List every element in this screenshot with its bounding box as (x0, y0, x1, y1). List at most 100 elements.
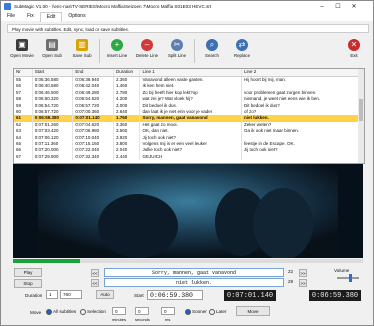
table-row[interactable]: 55 0:06:36.580 0:06:38.940 2.360 Vanavond al… (14, 76, 364, 84)
grid-body: 55 0:06:36.580 0:06:38.940 2.360 Vanavond al… (14, 76, 364, 161)
volume-thumb[interactable] (349, 274, 352, 282)
plus-icon: + (111, 39, 123, 51)
table-cell: 0:07:32.340 (72, 153, 115, 161)
subtitle-grid[interactable]: Nr Start End Duration Line 1 Line 2 55 0:06:36… (13, 68, 365, 164)
title-bar: SubMagic V1.00 - \\eric-nas\TV-SERIES\Mo… (1, 1, 373, 12)
maximize-button[interactable]: ☐ (330, 1, 346, 12)
toolbar-label: Save Sub (72, 53, 92, 58)
delete-line-button[interactable]: – Delete Line (132, 36, 162, 66)
table-cell: Hij hoort bij mij, man. (241, 76, 364, 84)
move-all-radio[interactable]: All subtitles (46, 309, 76, 315)
subtitle-line1-edit[interactable]: Sorry, mannen, gaat vanavond (104, 268, 284, 277)
toolbar-separator (99, 39, 100, 63)
video-progress[interactable] (13, 259, 363, 263)
progress-fill (13, 259, 80, 263)
table-cell (241, 153, 364, 161)
sooner-radio[interactable]: Sooner (185, 309, 207, 315)
start-time-field[interactable]: 0:06:59.380 (147, 290, 203, 300)
table-cell: 0:06:36.580 (32, 76, 74, 84)
duration-label: Duration (25, 293, 43, 298)
folder-icon: ▤ (46, 39, 58, 51)
radio-selection-icon (80, 309, 86, 315)
prev-line-button[interactable]: << (91, 269, 99, 277)
subtitle-line2-edit[interactable]: niet lukken. (104, 278, 284, 287)
next-line-button-2[interactable]: >> (299, 279, 307, 287)
move-button[interactable]: Move (236, 306, 270, 316)
toolbar-label: Insert Line (106, 53, 128, 58)
menu-fix[interactable]: Fix (21, 12, 40, 21)
menu-bar: File Fix Edit Options (1, 11, 373, 22)
toolbar-label: Split Line (167, 53, 187, 58)
hint-bar: Play movie with subtitles. Edit, sync, l… (7, 24, 369, 33)
stop-button[interactable]: Stop (14, 279, 42, 288)
prev-line-button-2[interactable]: << (91, 279, 99, 287)
scissors-icon: ✂ (171, 39, 183, 51)
exit-button[interactable]: ✕ Exit (339, 36, 369, 66)
video-frame (13, 164, 363, 258)
start-label: Start (134, 293, 144, 298)
table-cell: 55 (14, 76, 33, 84)
sooner-label: Sooner (192, 309, 207, 315)
search-icon: ⌕ (206, 39, 218, 51)
column-header-line-1[interactable]: Line 1 (139, 69, 243, 77)
video-player[interactable] (13, 164, 363, 258)
menu-options[interactable]: Options (62, 12, 91, 21)
duration-seconds-field[interactable]: 1 (46, 290, 58, 299)
end-time-display: 0:07:01.140 (224, 290, 276, 301)
toolbar-separator (194, 39, 195, 63)
minutes-label: minutes (112, 317, 127, 322)
scroll-thumb[interactable] (359, 99, 363, 121)
replace-button[interactable]: ⇄ Replace (227, 36, 257, 66)
menu-edit[interactable]: Edit (39, 11, 63, 22)
column-header-nr[interactable]: Nr (14, 69, 33, 77)
column-header-line-2[interactable]: Line 2 (241, 69, 364, 77)
column-header-duration[interactable]: Duration (113, 69, 141, 77)
insert-line-button[interactable]: + Insert Line (102, 36, 132, 66)
play-button[interactable]: Play (14, 268, 42, 277)
next-line-button[interactable]: >> (299, 269, 307, 277)
move-label: Move (30, 310, 42, 315)
minus-icon: – (141, 39, 153, 51)
column-header-end[interactable]: End (72, 69, 115, 77)
ms-label: ms (165, 317, 171, 322)
column-header-start[interactable]: Start (32, 69, 74, 77)
search-button[interactable]: ⌕ Search (197, 36, 227, 66)
close-button[interactable]: ✕ (346, 1, 362, 12)
current-time-display: 0:06:59.380 (309, 290, 361, 301)
replace-icon: ⇄ (236, 39, 248, 51)
minimize-button[interactable]: – (314, 1, 330, 12)
volume-label: Volume (334, 268, 350, 273)
film-icon: ▣ (16, 39, 28, 51)
auto-button[interactable]: Auto (96, 290, 114, 299)
toolbar-label: Open Movie (10, 53, 34, 58)
menu-file[interactable]: File (1, 12, 21, 21)
toolbar-label: Exit (350, 53, 358, 58)
later-radio[interactable]: Later (209, 309, 226, 315)
table-cell: 0:06:38.940 (72, 76, 115, 84)
table-cell: 0:07:29.900 (32, 153, 74, 161)
move-ms-field[interactable]: 0 (161, 307, 175, 315)
move-all-label: All subtitles (53, 309, 77, 315)
toolbar-label: Search (205, 53, 219, 58)
open-sub-button[interactable]: ▤ Open Sub (37, 36, 67, 66)
save-sub-button[interactable]: ▥ Save Sub (67, 36, 97, 66)
table-cell: GEJUICH (139, 153, 243, 161)
later-label: Later (216, 309, 227, 315)
split-line-button[interactable]: ✂ Split Line (162, 36, 192, 66)
open-movie-button[interactable]: ▣ Open Movie (7, 36, 37, 66)
grid-header-row: Nr Start End Duration Line 1 Line 2 (14, 69, 364, 77)
move-seconds-field[interactable]: 0 (135, 307, 149, 315)
volume-slider[interactable] (337, 274, 359, 282)
exit-icon: ✕ (348, 39, 360, 51)
toolbar: ▣ Open Movie ▤ Open Sub ▥ Save Sub + Insert Lin… (7, 36, 369, 66)
radio-sooner-icon (185, 309, 191, 315)
move-selection-radio[interactable]: Selection (80, 309, 106, 315)
move-minutes-field[interactable]: 0 (112, 307, 126, 315)
grid-scrollbar[interactable] (358, 69, 364, 163)
table-row[interactable]: 67 0:07:29.900 0:07:32.340 2.440 GEJUICH (14, 153, 364, 161)
duration-ms-field[interactable]: 760 (60, 290, 82, 299)
toolbar-label: Delete Line (135, 53, 159, 58)
app-icon (4, 3, 11, 10)
toolbar-label: Replace (233, 53, 251, 58)
